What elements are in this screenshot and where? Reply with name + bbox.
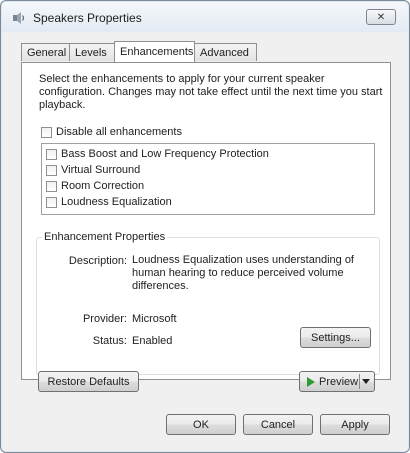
apply-button[interactable]: Apply — [320, 414, 390, 435]
cancel-button[interactable]: Cancel — [243, 414, 313, 435]
disable-all-row[interactable]: Disable all enhancements — [41, 125, 182, 139]
close-icon: ✕ — [376, 11, 386, 23]
tab-advanced[interactable]: Advanced — [194, 43, 257, 61]
tab-enhancements[interactable]: Enhancements — [114, 41, 195, 62]
list-item-label: Room Correction — [61, 180, 145, 192]
dropdown-arrow-icon[interactable] — [362, 379, 370, 384]
enhancements-panel: Select the enhancements to apply for you… — [21, 62, 391, 380]
title-bar[interactable]: Speakers Properties ✕ — [2, 2, 408, 32]
description-label: Description: — [68, 255, 127, 267]
enhancements-description: Select the enhancements to apply for you… — [39, 73, 383, 111]
virtual-surround-checkbox[interactable] — [46, 164, 57, 176]
provider-label: Provider: — [82, 313, 127, 325]
speakers-properties-window: Speakers Properties ✕ General Levels Enh… — [0, 0, 410, 453]
status-label: Status: — [92, 335, 127, 347]
window-title: Speakers Properties — [33, 11, 142, 25]
close-button[interactable]: ✕ — [366, 9, 396, 25]
disable-all-label: Disable all enhancements — [56, 126, 182, 138]
description-value: Loudness Equalization uses understanding… — [132, 254, 354, 292]
dialog-body: General Levels Enhancements Advanced Sel… — [9, 32, 403, 444]
restore-defaults-button[interactable]: Restore Defaults — [38, 371, 139, 392]
list-item-label: Loudness Equalization — [61, 196, 172, 208]
status-value: Enabled — [132, 335, 173, 347]
speaker-icon — [11, 10, 27, 26]
disable-all-checkbox[interactable] — [41, 126, 52, 138]
loudness-equalization-checkbox[interactable] — [46, 196, 57, 208]
play-icon — [307, 376, 315, 387]
tab-levels[interactable]: Levels — [69, 43, 115, 61]
list-item-label: Bass Boost and Low Frequency Protection — [61, 148, 269, 160]
split-divider — [359, 374, 360, 389]
preview-label: Preview — [319, 375, 359, 388]
bass-boost-checkbox[interactable] — [46, 148, 57, 160]
tab-general[interactable]: General — [21, 43, 70, 61]
list-item[interactable]: Room Correction — [46, 179, 144, 193]
list-item-label: Virtual Surround — [61, 164, 141, 176]
preview-button[interactable]: Preview — [299, 371, 375, 392]
enhancement-properties-group: Enhancement Properties Description: Loud… — [36, 231, 380, 375]
enhancements-list[interactable]: Bass Boost and Low Frequency Protection … — [41, 143, 375, 215]
list-item[interactable]: Bass Boost and Low Frequency Protection — [46, 147, 269, 161]
ok-button[interactable]: OK — [166, 414, 236, 435]
list-item[interactable]: Loudness Equalization — [46, 195, 172, 209]
list-item[interactable]: Virtual Surround — [46, 163, 140, 177]
provider-value: Microsoft — [132, 313, 177, 325]
room-correction-checkbox[interactable] — [46, 180, 57, 192]
group-label: Enhancement Properties — [42, 231, 168, 243]
settings-button[interactable]: Settings... — [300, 327, 371, 348]
